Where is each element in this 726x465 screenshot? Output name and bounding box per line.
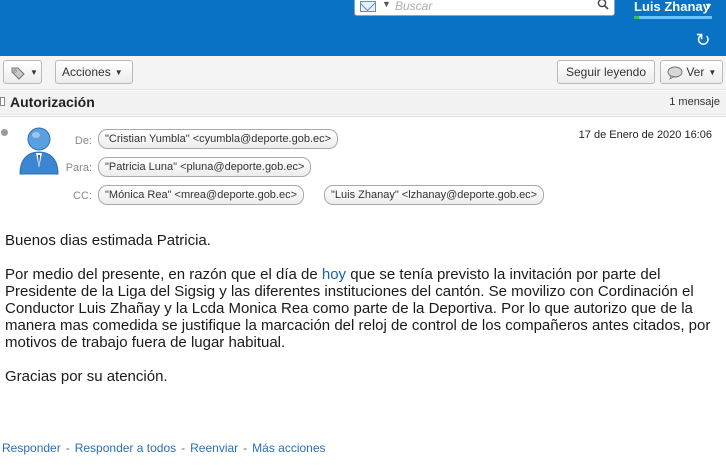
read-status-dot[interactable] [1,129,8,136]
user-menu[interactable]: Luis Zhanay ▼ [634,0,713,14]
cc-address-chip[interactable]: "Luis Zhanay" <lzhanay@deporte.gob.ec> [324,185,545,205]
body-closing: Gracias por su atención. [5,368,168,385]
quota-bar [634,16,712,19]
tag-icon [11,67,25,80]
user-name[interactable]: Luis Zhanay [634,0,710,14]
message-body: Buenos dias estimada Patricia. Por medio… [5,232,720,402]
speech-bubble-icon [667,66,683,80]
message-view: De: "Cristian Yumbla" <cyumbla@deporte.g… [0,116,726,465]
reply-all-link[interactable]: Responder a todos [75,441,176,455]
separator: - [243,441,248,455]
search-box[interactable]: ▼ [354,0,615,16]
tag-chevron-down-icon: ▼ [30,67,38,77]
refresh-icon[interactable]: ↻ [694,31,712,49]
actions-button[interactable]: Acciones ▼ [55,60,133,84]
continue-reading-button[interactable]: Seguir leyendo [557,60,655,84]
message-actions: Responder - Responder a todos - Reenviar - Más… [2,441,326,455]
view-label: Ver [686,65,705,79]
to-label: Para: [65,162,92,174]
search-scope-chevron-down-icon[interactable]: ▼ [382,0,391,9]
mail-icon[interactable] [360,1,376,12]
tag-button[interactable]: ▼ [3,60,42,84]
actions-chevron-down-icon: ▼ [114,67,123,77]
message-date: 17 de Enero de 2020 16:06 [578,129,712,141]
user-menu-chevron-down-icon[interactable]: ▼ [704,1,713,11]
view-chevron-down-icon: ▼ [708,67,717,77]
reply-link[interactable]: Responder [2,441,61,455]
from-address-chip[interactable]: "Cristian Yumbla" <cyumbla@deporte.gob.e… [98,129,339,149]
collapse-icon[interactable] [0,97,5,106]
conversation-header: Autorización 1 mensaje [0,91,726,115]
search-input[interactable] [395,0,590,14]
conversation-title: Autorización [10,94,95,110]
from-label: De: [74,135,92,147]
cc-label: CC: [73,190,92,202]
separator: - [181,441,186,455]
cc-address-chip[interactable]: "Mónica Rea" <mrea@deporte.gob.ec> [98,185,305,205]
body-paragraph: Por medio del presente, en razón que el … [5,266,720,351]
separator: - [65,441,70,455]
view-button[interactable]: Ver ▼ [660,60,723,84]
continue-reading-label: Seguir leyendo [565,65,647,79]
forward-link[interactable]: Reenviar [190,441,238,455]
top-bar: ▼ Luis Zhanay ▼ ↻ [0,0,726,56]
actions-label: Acciones [62,65,111,79]
body-text: Por medio del presente, en razón que el … [5,266,322,283]
avatar-icon [19,127,59,175]
to-address-chip[interactable]: "Patricia Luna" <pluna@deporte.gob.ec> [98,157,312,177]
date-link[interactable]: hoy [322,266,346,283]
more-actions-link[interactable]: Más acciones [252,441,325,455]
search-icon[interactable] [597,0,609,10]
message-count: 1 mensaje [669,96,720,108]
body-greeting: Buenos dias estimada Patricia. [5,232,211,249]
